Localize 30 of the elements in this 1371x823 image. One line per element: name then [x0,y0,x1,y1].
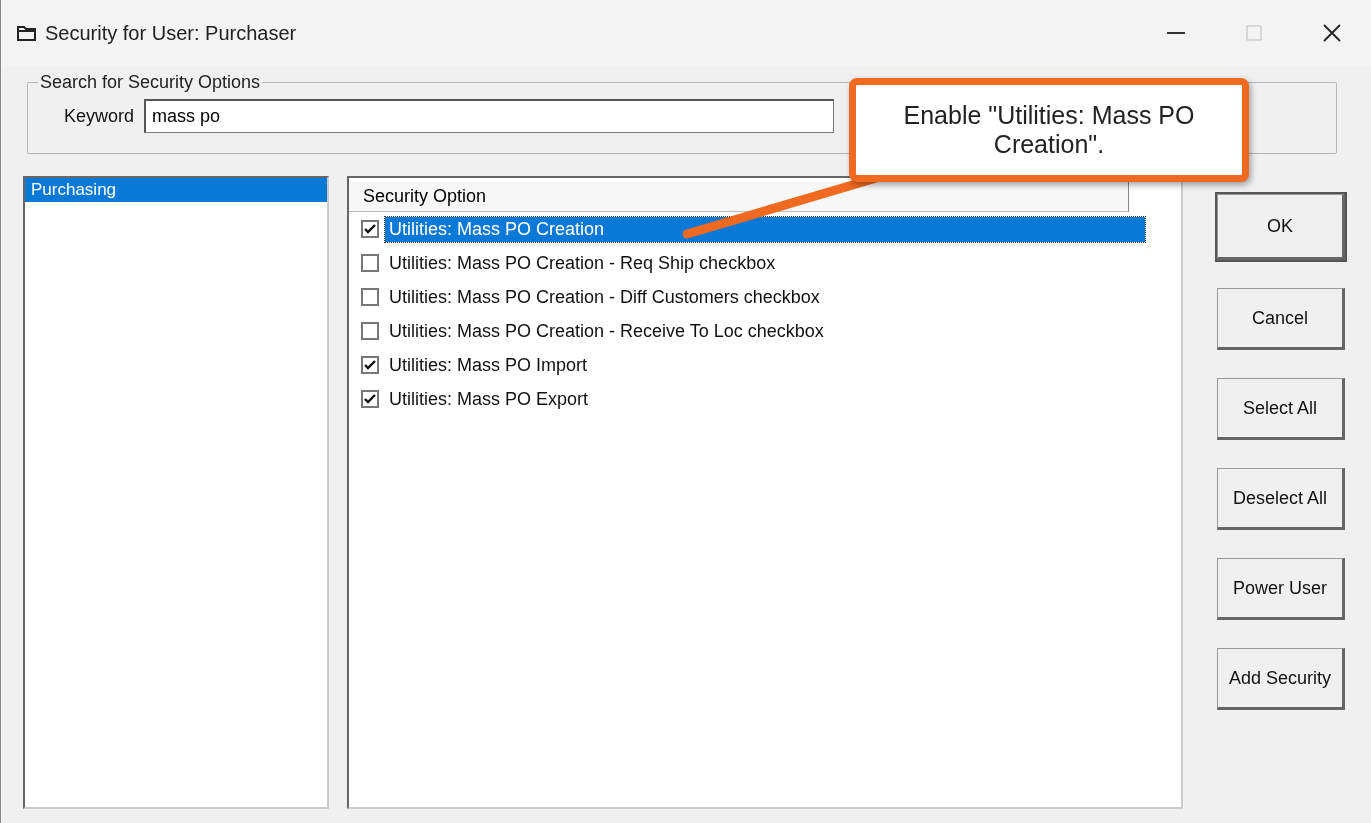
group-legend: Search for Security Options [38,72,263,93]
checkbox[interactable] [361,254,379,272]
option-item[interactable]: Utilities: Mass PO Creation [385,216,1145,242]
check-icon [364,360,376,370]
dialog-button[interactable]: Deselect All [1217,468,1345,530]
module-item[interactable]: Purchasing [25,178,327,202]
checkbox[interactable] [361,390,379,408]
option-item[interactable]: Utilities: Mass PO Creation - Receive To Loc checkbox [385,318,828,344]
checkbox[interactable] [361,322,379,340]
dialog-button[interactable]: OK [1217,194,1345,260]
keyword-label: Keyword [64,105,135,127]
close-icon[interactable] [1322,23,1342,43]
checkbox[interactable] [361,356,379,374]
callout-note: Enable "Utilities: Mass PO Creation". [849,78,1249,182]
dialog-button[interactable]: Cancel [1217,288,1345,350]
option-item[interactable]: Utilities: Mass PO Creation - Diff Customers checkbox [385,284,824,310]
window-icon [17,24,37,42]
option-item[interactable]: Utilities: Mass PO Export [385,386,593,412]
dialog-button[interactable]: Add Security [1217,648,1345,710]
checkbox[interactable] [361,220,379,238]
dialog-button[interactable]: Power User [1217,558,1345,620]
check-icon [364,224,376,234]
option-item[interactable]: Utilities: Mass PO Import [385,352,592,378]
column-header[interactable]: Security Option [349,182,1129,212]
check-icon [364,394,376,404]
window-title: Security for User: Purchaser [45,21,298,45]
checkbox[interactable] [361,288,379,306]
keyword-field[interactable]: mass po [144,99,835,133]
option-item[interactable]: Utilities: Mass PO Creation - Req Ship checkbox [385,250,780,276]
dialog-button[interactable]: Select All [1217,378,1345,440]
